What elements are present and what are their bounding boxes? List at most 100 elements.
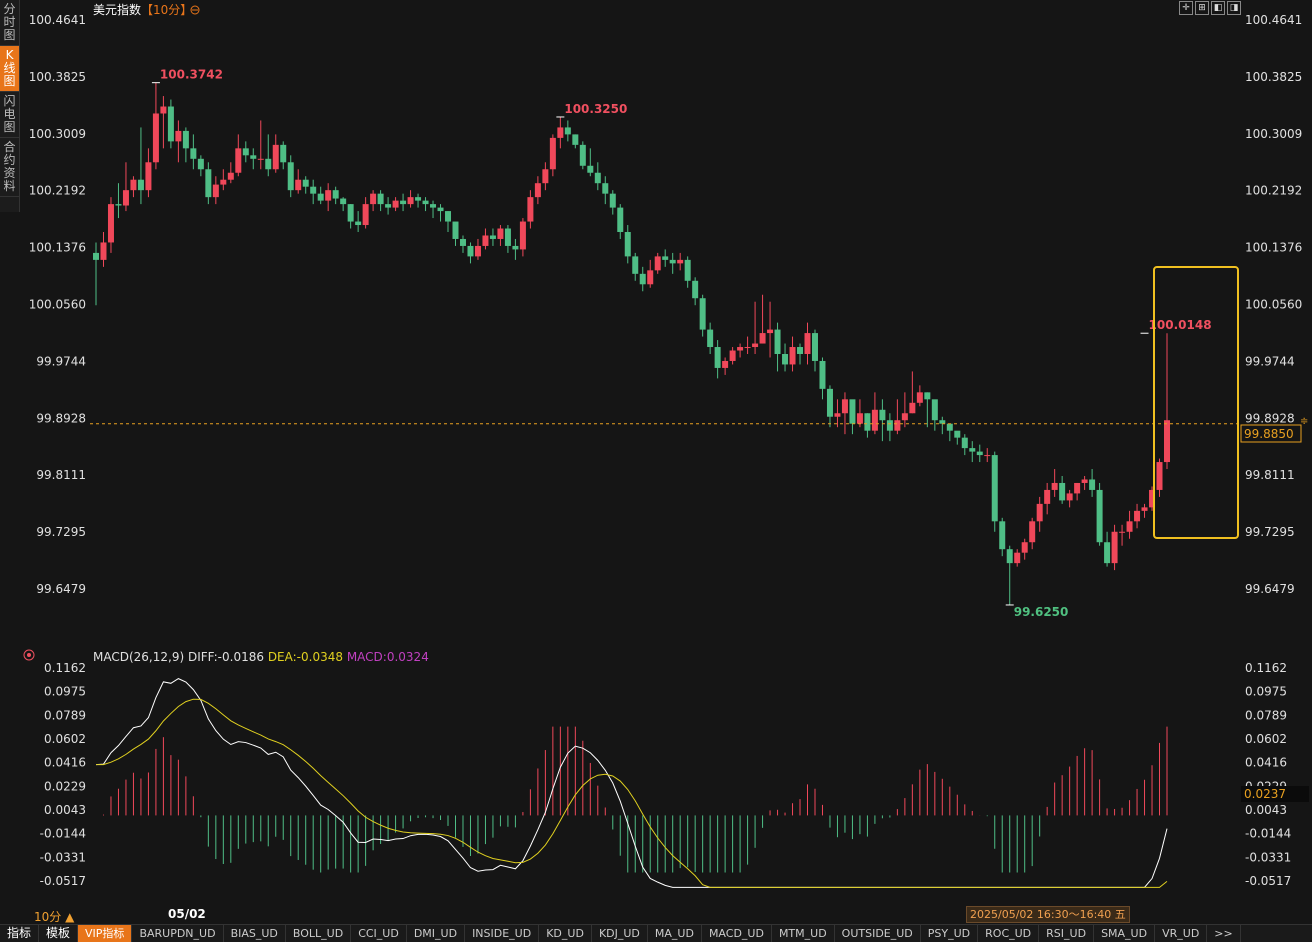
candle	[1066, 489, 1073, 508]
candle	[107, 197, 114, 253]
macd-tick-right: -0.0144	[1245, 827, 1291, 841]
indicator-tab-cci-ud[interactable]: CCI_UD	[351, 925, 407, 942]
candle	[235, 134, 242, 177]
candle	[1044, 482, 1051, 515]
price-tick-right: 100.0560	[1245, 298, 1302, 312]
candle	[931, 399, 938, 431]
annotation-label: 100.3250	[564, 102, 627, 116]
candle	[684, 256, 691, 288]
candle	[677, 252, 684, 271]
candle	[512, 238, 519, 260]
candle	[587, 148, 594, 177]
indicator-tab--[interactable]: 指标	[0, 925, 40, 942]
left-icon[interactable]: ◧	[1211, 1, 1225, 15]
indicator-tab-mtm-ud[interactable]: MTM_UD	[772, 925, 835, 942]
candle	[347, 204, 354, 229]
macd-tick-right: 0.0602	[1245, 732, 1287, 746]
indicator-tab-barupdn-ud[interactable]: BARUPDN_UD	[132, 925, 224, 942]
indicator-tab-vr-ud[interactable]: VR_UD	[1155, 925, 1208, 942]
price-tick-right: 99.8111	[1245, 468, 1295, 482]
candle	[572, 134, 579, 149]
indicator-tab-kdj-ud[interactable]: KDJ_UD	[592, 925, 648, 942]
macd-tick-left: 0.0416	[44, 756, 86, 770]
candle	[190, 134, 197, 170]
indicator-tab-vip-[interactable]: VIP指标	[78, 925, 133, 942]
indicator-tab--[interactable]: 模板	[39, 925, 79, 942]
price-tick-right: 100.3825	[1245, 70, 1302, 84]
indicator-tab-dmi-ud[interactable]: DMI_UD	[407, 925, 466, 942]
price-tick-left: 100.0560	[29, 298, 86, 312]
candle	[879, 399, 886, 442]
candle	[782, 343, 789, 372]
macd-tick-left: -0.0144	[40, 827, 86, 841]
indicator-tab-kd-ud[interactable]: KD_UD	[539, 925, 592, 942]
candle	[1119, 524, 1126, 546]
candle	[1164, 333, 1170, 470]
candle	[1051, 469, 1058, 497]
indicator-tab-outside-ud[interactable]: OUTSIDE_UD	[835, 925, 921, 942]
indicator-tab-inside-ud[interactable]: INSIDE_UD	[465, 925, 540, 942]
price-tick-left: 99.9744	[36, 354, 86, 368]
candle	[272, 134, 279, 173]
candle	[856, 399, 863, 428]
candle	[617, 204, 624, 239]
candle	[692, 277, 699, 306]
indicator-tab-sma-ud[interactable]: SMA_UD	[1094, 925, 1156, 942]
candle	[167, 99, 174, 149]
candle	[205, 162, 212, 205]
macd-hist-value: MACD:0.0324	[347, 650, 429, 664]
candle	[474, 238, 481, 260]
indicator-tab-macd-ud[interactable]: MACD_UD	[702, 925, 772, 942]
candle	[767, 301, 774, 358]
macd-dea-value: DEA:-0.0348	[268, 650, 343, 664]
macd-dea-line	[95, 698, 1168, 888]
candle	[1134, 503, 1141, 529]
indicator-tab-boll-ud[interactable]: BOLL_UD	[286, 925, 352, 942]
indicator-tab-roc-ud[interactable]: ROC_UD	[978, 925, 1040, 942]
maximize-icon[interactable]: ⊞	[1195, 1, 1209, 15]
annotation-label: 100.3742	[160, 68, 223, 82]
candle	[894, 399, 901, 435]
right-icon[interactable]: ◨	[1227, 1, 1241, 15]
candle	[1156, 458, 1163, 497]
candle	[729, 347, 736, 365]
candle	[961, 434, 968, 456]
candle	[145, 148, 152, 198]
candle	[789, 336, 796, 372]
macd-tick-left: 0.0229	[44, 779, 86, 793]
macd-current-value: 0.0237	[1244, 787, 1286, 801]
indicator-tab-ma-ud[interactable]: MA_UD	[648, 925, 702, 942]
candle	[707, 322, 714, 354]
candle	[849, 399, 856, 435]
candle	[160, 96, 167, 149]
period-label[interactable]: 【10分】	[141, 3, 192, 17]
macd-tick-left: 0.0975	[44, 685, 86, 699]
candle	[422, 197, 429, 212]
candle	[639, 266, 646, 292]
candle	[752, 301, 759, 354]
candle	[362, 197, 369, 229]
price-tick-left: 99.6479	[36, 582, 86, 596]
price-tick-left: 99.8928	[36, 411, 86, 425]
annotation-label: 100.0148	[1149, 318, 1212, 332]
indicator-tab-rsi-ud[interactable]: RSI_UD	[1039, 925, 1095, 942]
candle	[557, 116, 564, 149]
indicator-tab--[interactable]: >>	[1207, 925, 1241, 942]
period-indicator[interactable]: 10分 ▲	[34, 908, 74, 925]
macd-tick-left: -0.0331	[40, 850, 86, 864]
candle	[377, 190, 384, 212]
price-arrow-icon: ≑	[1300, 416, 1308, 427]
candle	[1104, 531, 1111, 567]
indicator-tab-psy-ud[interactable]: PSY_UD	[921, 925, 979, 942]
macd-diff-value: DIFF:-0.0186	[188, 650, 264, 664]
macd-settings-icon[interactable]	[23, 649, 35, 661]
crosshair-icon[interactable]: ✛	[1179, 1, 1193, 15]
candle	[242, 141, 249, 163]
candle	[332, 186, 339, 205]
macd-axis-left: 0.1162 0.0975 0.0789 0.0602 0.0416 0.0229 0.00…	[40, 661, 86, 888]
candle	[609, 190, 616, 215]
indicator-tab-bias-ud[interactable]: BIAS_UD	[224, 925, 286, 942]
price-tick-right: 99.7295	[1245, 525, 1295, 539]
candle	[662, 249, 669, 267]
kline-chart[interactable]: 100.4641 100.3825 100.3009 100.2192 100.1376…	[0, 0, 1312, 924]
